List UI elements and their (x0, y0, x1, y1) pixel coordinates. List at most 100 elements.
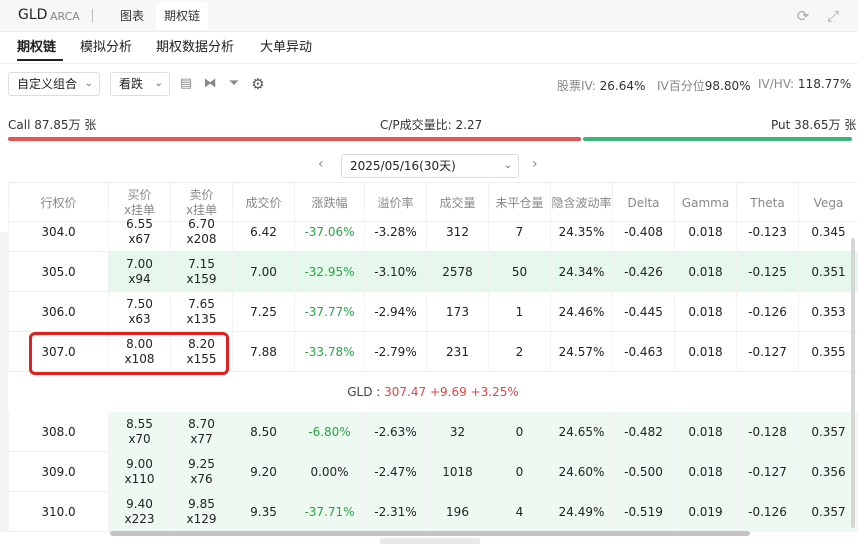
table-cell[interactable]: 8.50 (232, 412, 294, 452)
table-cell[interactable]: 4 (488, 492, 550, 532)
table-cell[interactable]: 1018 (426, 452, 488, 492)
table-cell[interactable]: 310.0 (8, 492, 108, 532)
layout-icon[interactable]: ▤ (178, 75, 194, 93)
table-cell[interactable]: 50 (488, 252, 550, 292)
table-cell[interactable]: -0.426 (612, 252, 674, 292)
table-cell[interactable]: 0.345 (798, 212, 858, 252)
table-cell[interactable]: 0.018 (674, 452, 736, 492)
vertical-scrollbar[interactable] (851, 238, 855, 528)
horizontal-scrollbar[interactable] (110, 531, 750, 536)
table-cell[interactable]: 0.355 (798, 332, 858, 372)
table-cell[interactable]: -0.463 (612, 332, 674, 372)
table-cell[interactable]: -37.06% (294, 212, 364, 252)
table-cell[interactable]: 7.65 x135 (170, 292, 232, 332)
filter-icon[interactable]: ⏷ (226, 75, 242, 93)
table-cell[interactable]: -2.79% (364, 332, 426, 372)
table-cell[interactable]: 24.57% (550, 332, 612, 372)
table-cell[interactable]: 196 (426, 492, 488, 532)
table-cell[interactable]: -0.128 (736, 412, 798, 452)
table-cell[interactable]: 0.018 (674, 212, 736, 252)
table-cell[interactable]: -0.123 (736, 212, 798, 252)
table-row[interactable]: 310.0 9.40 x223 9.85 x129 9.35 -37.71% -2.31% 19… (8, 492, 858, 532)
table-cell[interactable]: -32.95% (294, 252, 364, 292)
table-cell[interactable]: 0.356 (798, 452, 858, 492)
direction-select[interactable]: 看跌 ⌄ (110, 72, 170, 96)
table-cell[interactable]: 0 (488, 452, 550, 492)
table-cell[interactable]: -0.445 (612, 292, 674, 332)
table-cell[interactable]: 7 (488, 212, 550, 252)
table-cell[interactable]: 0.018 (674, 252, 736, 292)
table-cell[interactable]: 2578 (426, 252, 488, 292)
expiry-select[interactable]: 2025/05/16(30天) ⌄ (341, 154, 519, 178)
table-cell[interactable]: 7.15 x159 (170, 252, 232, 292)
table-cell[interactable]: 0.357 (798, 492, 858, 532)
table-cell[interactable]: 9.40 x223 (108, 492, 170, 532)
table-cell[interactable]: -0.126 (736, 292, 798, 332)
table-cell[interactable]: 9.00 x110 (108, 452, 170, 492)
table-cell[interactable]: 7.00 x94 (108, 252, 170, 292)
table-cell[interactable]: -37.71% (294, 492, 364, 532)
table-cell[interactable]: 0.00% (294, 452, 364, 492)
table-row[interactable]: 309.0 9.00 x110 9.25 x76 9.20 0.00% -2.47% 1018 0… (8, 452, 858, 492)
table-cell[interactable]: -3.10% (364, 252, 426, 292)
table-cell[interactable]: -33.78% (294, 332, 364, 372)
table-cell[interactable]: 7.00 (232, 252, 294, 292)
table-cell[interactable]: 0.018 (674, 292, 736, 332)
subtab-unusual-activity[interactable]: 大单异动 (260, 36, 312, 55)
table-cell[interactable]: 32 (426, 412, 488, 452)
subtab-option-data[interactable]: 期权数据分析 (156, 36, 234, 55)
table-cell[interactable]: 24.35% (550, 212, 612, 252)
table-cell[interactable]: 24.34% (550, 252, 612, 292)
subtab-simulation[interactable]: 模拟分析 (80, 36, 132, 55)
table-cell[interactable]: 1 (488, 292, 550, 332)
table-row[interactable]: 305.0 7.00 x94 7.15 x159 7.00 -32.95% -3.10% 257… (8, 252, 858, 292)
table-cell[interactable]: 304.0 (8, 212, 108, 252)
table-cell[interactable]: -2.94% (364, 292, 426, 332)
table-cell[interactable]: 9.25 x76 (170, 452, 232, 492)
table-cell[interactable]: -2.63% (364, 412, 426, 452)
table-cell[interactable]: 8.55 x70 (108, 412, 170, 452)
table-cell[interactable]: 6.55 x67 (108, 212, 170, 252)
table-cell[interactable]: 231 (426, 332, 488, 372)
fullscreen-icon[interactable]: ⤢ (824, 7, 842, 25)
table-cell[interactable]: 0.353 (798, 292, 858, 332)
table-cell[interactable]: 6.70 x208 (170, 212, 232, 252)
left-panel-edge[interactable] (0, 232, 8, 532)
table-cell[interactable]: 173 (426, 292, 488, 332)
settings-icon[interactable]: ⚙ (250, 75, 266, 93)
table-cell[interactable]: -0.519 (612, 492, 674, 532)
table-cell[interactable]: 7.88 (232, 332, 294, 372)
tab-chart[interactable]: 图表 (112, 2, 152, 30)
table-cell[interactable]: 9.20 (232, 452, 294, 492)
table-row[interactable]: 306.0 7.50 x63 7.65 x135 7.25 -37.77% -2.94% 173… (8, 292, 858, 332)
table-row[interactable]: 304.0 6.55 x67 6.70 x208 6.42 -37.06% -3.28% 312… (8, 212, 858, 252)
table-cell[interactable]: -0.482 (612, 412, 674, 452)
split-icon[interactable]: ⧓ (202, 75, 218, 93)
table-cell[interactable]: 8.70 x77 (170, 412, 232, 452)
table-cell[interactable]: 6.42 (232, 212, 294, 252)
table-cell[interactable]: 0.018 (674, 412, 736, 452)
table-cell[interactable]: -6.80% (294, 412, 364, 452)
table-cell[interactable]: -0.127 (736, 452, 798, 492)
subtab-option-chain[interactable]: 期权链 (17, 36, 56, 55)
refresh-icon[interactable]: ⟳ (794, 7, 812, 25)
bottom-handle[interactable] (380, 538, 480, 544)
combo-select[interactable]: 自定义组合 ⌄ (8, 72, 100, 96)
table-cell[interactable]: 0 (488, 412, 550, 452)
table-cell[interactable]: -0.125 (736, 252, 798, 292)
table-cell[interactable]: -0.408 (612, 212, 674, 252)
table-cell[interactable]: 24.46% (550, 292, 612, 332)
table-cell[interactable]: 0.357 (798, 412, 858, 452)
table-cell[interactable]: 309.0 (8, 452, 108, 492)
table-cell[interactable]: 7.50 x63 (108, 292, 170, 332)
table-row[interactable]: 308.0 8.55 x70 8.70 x77 8.50 -6.80% -2.63% 32 0 24… (8, 412, 858, 452)
table-cell[interactable]: 305.0 (8, 252, 108, 292)
table-cell[interactable]: 312 (426, 212, 488, 252)
table-cell[interactable]: 24.49% (550, 492, 612, 532)
table-cell[interactable]: -0.500 (612, 452, 674, 492)
table-cell[interactable]: 9.85 x129 (170, 492, 232, 532)
table-cell[interactable]: 308.0 (8, 412, 108, 452)
tab-option-chain[interactable]: 期权链 (156, 2, 209, 30)
table-cell[interactable]: 0.018 (674, 332, 736, 372)
prev-expiry-icon[interactable]: ‹ (318, 156, 324, 172)
